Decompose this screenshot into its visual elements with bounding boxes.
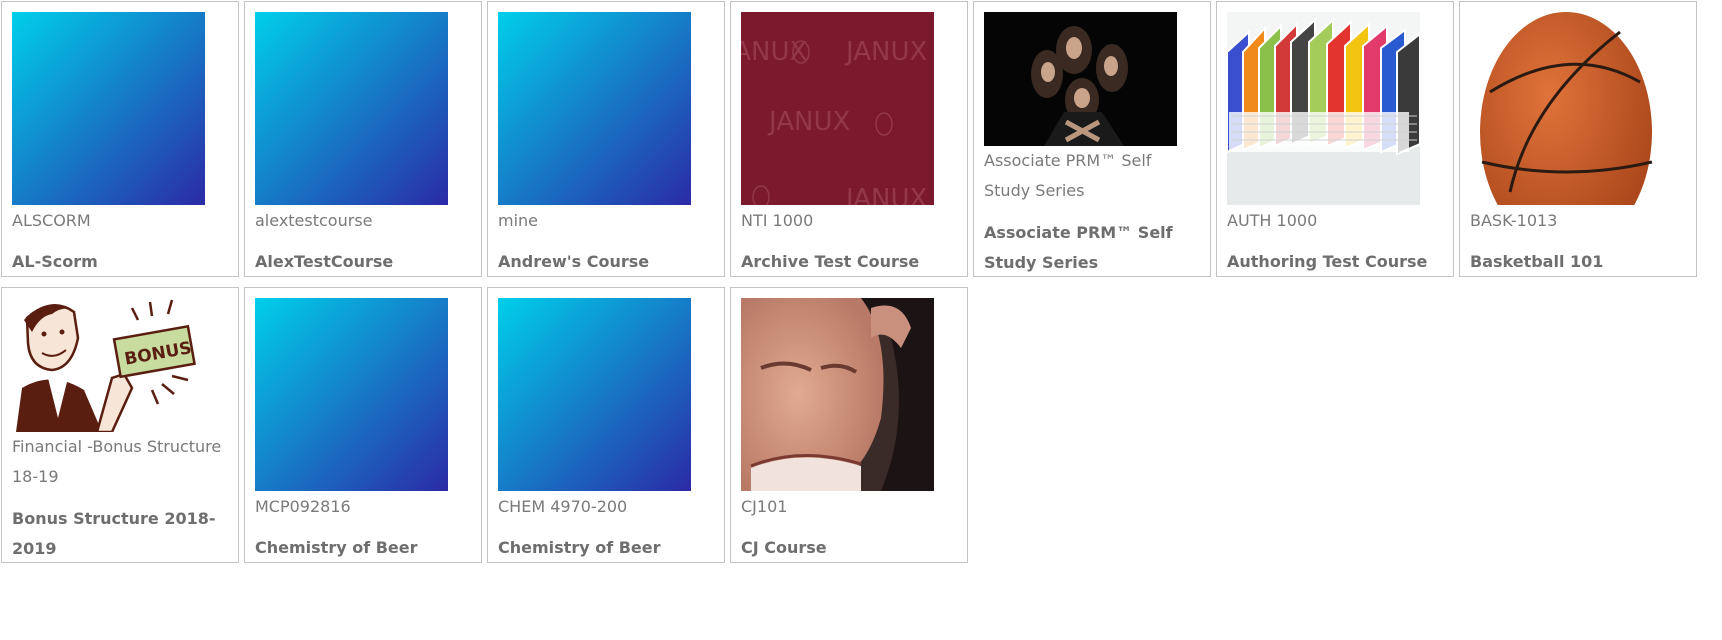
course-thumbnail	[12, 12, 205, 205]
janux-watermark-text: JANUX	[844, 184, 927, 205]
course-card[interactable]: Associate PRM™ Self Study Series Associa…	[973, 1, 1211, 277]
course-thumbnail	[498, 12, 691, 205]
course-code: Associate PRM™ Self Study Series	[984, 151, 1152, 200]
course-card[interactable]: mine Andrew's Course	[487, 1, 725, 277]
course-card[interactable]: AUTH 1000 Authoring Test Course	[1216, 1, 1454, 277]
janux-logo-thumbnail: JANUX JANUX JANUX JANUX	[741, 12, 934, 205]
course-thumbnail	[255, 12, 448, 205]
course-code: Financial -Bonus Structure 18-19	[12, 437, 222, 486]
course-title: AlexTestCourse	[255, 252, 394, 271]
course-code: CHEM 4970-200	[498, 497, 628, 516]
course-thumbnail	[498, 298, 691, 491]
course-title: Basketball 101	[1470, 252, 1604, 271]
janux-watermark-text: JANUX	[767, 107, 850, 137]
course-code: ALSCORM	[12, 211, 91, 230]
band-photo-thumbnail	[984, 12, 1177, 146]
course-grid: ALSCORM AL-Scorm alextestcourse AlexTest…	[0, 0, 1722, 640]
course-code: CJ101	[741, 497, 788, 516]
course-card[interactable]: alextestcourse AlexTestCourse	[244, 1, 482, 277]
course-title: Andrew's Course	[498, 252, 650, 271]
face-photo-thumbnail	[741, 298, 934, 491]
course-card[interactable]: CJ101 CJ Course	[730, 287, 968, 563]
course-card[interactable]: CHEM 4970-200 Chemistry of Beer	[487, 287, 725, 563]
course-card[interactable]: BONUS Financial -Bonus Structure 18-19 B…	[1, 287, 239, 563]
course-code: BASK-1013	[1470, 211, 1558, 230]
course-card[interactable]: BASK-1013 Basketball 101	[1459, 1, 1697, 277]
course-title: Chemistry of Beer	[255, 538, 418, 557]
course-code: mine	[498, 211, 539, 230]
course-title: Authoring Test Course	[1227, 252, 1428, 271]
course-title: Chemistry of Beer	[498, 538, 661, 557]
course-code: MCP092816	[255, 497, 351, 516]
bonus-cartoon-thumbnail: BONUS	[12, 298, 205, 432]
course-title: Bonus Structure 2018-2019	[12, 509, 216, 558]
course-code: AUTH 1000	[1227, 211, 1318, 230]
course-card[interactable]: JANUX JANUX JANUX JANUX NTI 1000 Archive…	[730, 1, 968, 277]
course-title: Associate PRM™ Self Study Series	[984, 223, 1173, 272]
course-thumbnail	[255, 298, 448, 491]
books-thumbnail	[1227, 12, 1420, 205]
basketball-thumbnail	[1470, 12, 1663, 205]
course-code: alextestcourse	[255, 211, 373, 230]
course-title: Archive Test Course	[741, 252, 920, 271]
course-card[interactable]: ALSCORM AL-Scorm	[1, 1, 239, 277]
course-title: AL-Scorm	[12, 252, 98, 271]
course-code: NTI 1000	[741, 211, 814, 230]
janux-watermark-text: JANUX	[844, 37, 927, 67]
course-title: CJ Course	[741, 538, 827, 557]
course-card[interactable]: MCP092816 Chemistry of Beer	[244, 287, 482, 563]
